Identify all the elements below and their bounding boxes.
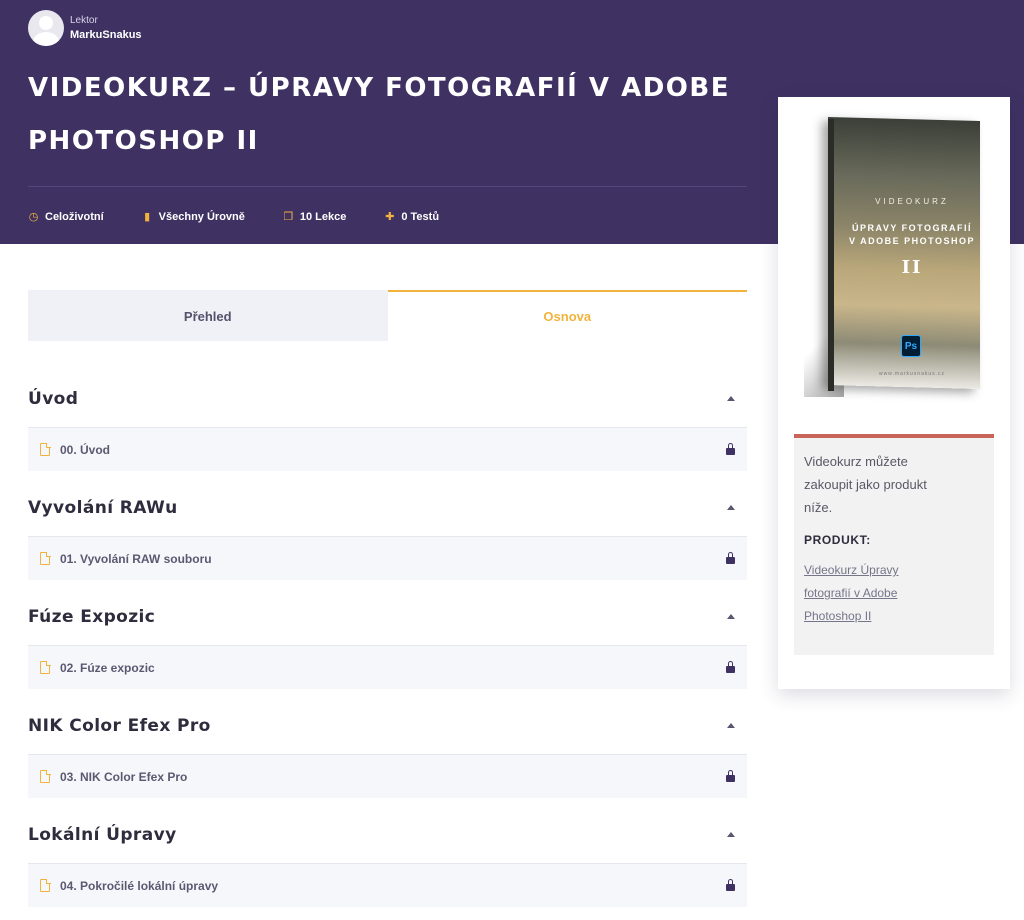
tab-curriculum[interactable]: Osnova <box>387 290 747 341</box>
file-icon <box>40 551 51 565</box>
lock-icon <box>726 770 735 782</box>
course-sidebar: VIDEOKURZ ÚPRAVY FOTOGRAFIÍ V ADOBE PHOT… <box>778 97 1010 689</box>
puzzle-icon: ✚ <box>385 211 395 223</box>
meta-duration: ◷ Celoživotní <box>28 210 104 224</box>
product-link[interactable]: Videokurz Úpravy fotografií v Adobe Phot… <box>804 559 924 628</box>
tab-overview[interactable]: Přehled <box>28 290 388 341</box>
section-header[interactable]: Lokální Úpravy <box>28 806 747 864</box>
lesson-item[interactable]: 03. NIK Color Efex Pro <box>28 755 747 798</box>
lesson-label[interactable]: 00. Úvod <box>60 443 110 457</box>
curriculum-section: NIK Color Efex Pro 03. NIK Color Efex Pr… <box>28 697 747 798</box>
instructor-name[interactable]: MarkuSnakus <box>70 27 142 43</box>
cover-url: www.markusnakus.cz <box>878 371 946 377</box>
section-title: Fúze Expozic <box>28 606 156 627</box>
file-icon <box>40 442 51 456</box>
meta-lessons-label: 10 Lekce <box>299 210 347 223</box>
lesson-label[interactable]: 01. Vyvolání RAW souboru <box>60 552 212 566</box>
purchase-info-box: Videokurz můžete zakoupit jako produkt n… <box>794 434 994 655</box>
curriculum-section: Lokální Úpravy 04. Pokročilé lokální úpr… <box>28 806 747 907</box>
meta-level: ▮ Všechny Úrovně <box>142 210 245 224</box>
lesson-label[interactable]: 02. Fúze expozic <box>60 661 155 675</box>
lesson-item[interactable]: 00. Úvod <box>28 428 747 471</box>
instructor[interactable]: Lektor MarkuSnakus <box>28 10 142 46</box>
lesson-left: 03. NIK Color Efex Pro <box>40 769 187 784</box>
curriculum-section: Úvod 00. Úvod <box>28 370 747 471</box>
clock-icon: ◷ <box>28 211 39 223</box>
copy-icon: ❐ <box>283 211 294 223</box>
caret-up-icon[interactable] <box>727 396 735 401</box>
section-header[interactable]: Fúze Expozic <box>28 588 747 646</box>
section-title: Úvod <box>28 388 79 409</box>
product-label: PRODUKT: <box>804 533 871 547</box>
section-header[interactable]: NIK Color Efex Pro <box>28 697 747 755</box>
lesson-left: 00. Úvod <box>40 442 110 457</box>
cover-top-text: VIDEOKURZ <box>875 197 949 206</box>
curriculum-section: Fúze Expozic 02. Fúze expozic <box>28 588 747 689</box>
lesson-left: 01. Vyvolání RAW souboru <box>40 551 212 566</box>
course-cover-image: VIDEOKURZ ÚPRAVY FOTOGRAFIÍ V ADOBE PHOT… <box>804 107 984 407</box>
purchase-info-text: Videokurz můžete zakoupit jako produkt n… <box>804 454 927 515</box>
photoshop-logo-icon: Ps <box>901 335 921 357</box>
caret-up-icon[interactable] <box>727 505 735 510</box>
caret-up-icon[interactable] <box>727 723 735 728</box>
lock-icon <box>726 661 735 673</box>
curriculum-section: Vyvolání RAWu 01. Vyvolání RAW souboru <box>28 479 747 580</box>
avatar[interactable] <box>28 10 64 46</box>
meta-quizzes: ✚ 0 Testů <box>384 210 440 224</box>
cover-number: II <box>901 257 923 278</box>
file-icon <box>40 660 51 674</box>
hero-divider <box>28 186 747 187</box>
course-title: VIDEOKURZ – ÚPRAVY FOTOGRAFIÍ V ADOBE PH… <box>28 73 730 156</box>
lesson-label[interactable]: 04. Pokročilé lokální úpravy <box>60 879 218 893</box>
course-tabs: Přehled Osnova <box>28 290 747 341</box>
meta-level-label: Všechny Úrovně <box>158 210 245 223</box>
bar-chart-icon: ▮ <box>144 211 151 223</box>
instructor-info: Lektor MarkuSnakus <box>70 14 142 43</box>
instructor-role: Lektor <box>70 14 98 26</box>
lock-icon <box>726 879 735 891</box>
meta-duration-label: Celoživotní <box>45 210 104 223</box>
course-meta: ◷ Celoživotní ▮ Všechny Úrovně ❐ 10 Lekc… <box>28 210 477 224</box>
file-icon <box>40 769 51 783</box>
section-header[interactable]: Vyvolání RAWu <box>28 479 747 537</box>
lesson-item[interactable]: 04. Pokročilé lokální úpravy <box>28 864 747 907</box>
lesson-label[interactable]: 03. NIK Color Efex Pro <box>60 770 187 784</box>
section-title: NIK Color Efex Pro <box>28 715 211 736</box>
lock-icon <box>726 552 735 564</box>
lesson-left: 04. Pokročilé lokální úpravy <box>40 878 218 893</box>
cover-spine <box>828 119 834 391</box>
lock-icon <box>726 443 735 455</box>
meta-quizzes-label: 0 Testů <box>401 210 440 223</box>
caret-up-icon[interactable] <box>727 614 735 619</box>
lesson-item[interactable]: 01. Vyvolání RAW souboru <box>28 537 747 580</box>
cover-title-line2: V ADOBE PHOTOSHOP <box>848 236 976 246</box>
cover-title: ÚPRAVY FOTOGRAFIÍ V ADOBE PHOTOSHOP <box>844 222 980 248</box>
section-title: Vyvolání RAWu <box>28 497 178 518</box>
caret-up-icon[interactable] <box>727 832 735 837</box>
meta-lessons: ❐ 10 Lekce <box>283 210 347 224</box>
section-title: Lokální Úpravy <box>28 824 177 845</box>
lesson-left: 02. Fúze expozic <box>40 660 155 675</box>
cover-title-line1: ÚPRAVY FOTOGRAFIÍ <box>851 223 972 233</box>
lesson-item[interactable]: 02. Fúze expozic <box>28 646 747 689</box>
file-icon <box>40 878 51 892</box>
section-header[interactable]: Úvod <box>28 370 747 428</box>
